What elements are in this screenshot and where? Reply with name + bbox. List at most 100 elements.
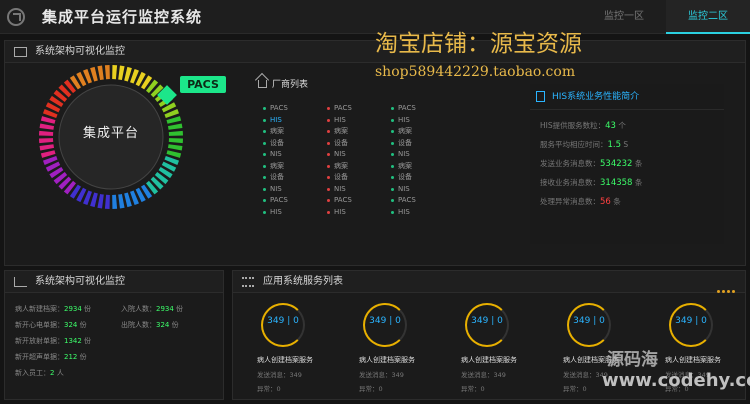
vendor-column: PACS HIS 病案 设备 NIS 病案 设备 NIS PACS HIS [262, 103, 322, 218]
vendor-item[interactable]: 病案 [326, 161, 386, 173]
vendor-item[interactable]: 病案 [262, 161, 322, 173]
vendor-item[interactable]: 设备 [390, 138, 450, 150]
vendor-item[interactable]: PACS [262, 195, 322, 207]
stat-item: 入院人数：2934 份 [121, 305, 184, 313]
list-icon [242, 277, 254, 287]
service-name: 病人创建档案服务 [359, 356, 415, 364]
vendor-item[interactable]: 设备 [262, 138, 322, 150]
vendor-item[interactable]: NIS [326, 184, 386, 196]
vendor-item[interactable]: HIS [390, 207, 450, 219]
vendor-item[interactable]: 病案 [262, 126, 322, 138]
tab-zone-2[interactable]: 监控二区 [666, 0, 750, 34]
platform-ring[interactable]: 集成平台 [36, 62, 186, 212]
vendor-item[interactable]: 病案 [326, 126, 386, 138]
stat-item: 新开放射单据：1342 份 [15, 337, 92, 345]
vendor-item[interactable]: 设备 [326, 172, 386, 184]
home-icon [258, 80, 267, 88]
stats-panel: 系统架构可视化监控 病人新建档案：2934 份 入院人数：2934 份新开心电单据… [4, 270, 224, 400]
stats-panel-title: 系统架构可视化监控 [35, 276, 125, 287]
pacs-tag[interactable]: PACS [180, 76, 226, 93]
vendor-item[interactable]: PACS [326, 103, 386, 115]
performance-value: 1.5 [607, 140, 622, 150]
ring-segment [118, 65, 125, 81]
watermark-shop-url: shop589442229.taobao.com [375, 64, 576, 80]
services-panel-title: 应用系统服务列表 [263, 276, 343, 287]
vendor-item[interactable]: PACS [390, 195, 450, 207]
vendor-item[interactable]: HIS [262, 207, 322, 219]
stat-item: 新开心电单据：324 份 [15, 321, 87, 329]
performance-row: 处理异常消息数：56 条 [530, 192, 724, 211]
service-gauge-value: 349 | 0 [573, 316, 605, 326]
his-performance-title: HIS系统业务性能简介 [552, 92, 640, 102]
watermark-shop-name: 淘宝店铺：源宝资源 [375, 31, 582, 57]
service-gauge-value: 349 | 0 [675, 316, 707, 326]
ring-segment [90, 66, 98, 82]
app-title: 集成平台运行监控系统 [42, 8, 203, 26]
performance-value: 56 [600, 197, 611, 207]
ring-segment [90, 192, 98, 208]
service-name: 病人创建档案服务 [665, 356, 721, 364]
vendor-item[interactable]: HIS [390, 115, 450, 127]
platform-center-label: 集成平台 [82, 126, 139, 141]
tab-zone-1[interactable]: 监控一区 [582, 0, 666, 34]
vendor-item[interactable]: HIS [326, 207, 386, 219]
performance-row: 服务平均相应时间：1.5 S [530, 135, 724, 154]
stat-item: 出院人数：324 份 [121, 321, 179, 329]
performance-label: 处理异常消息数： [540, 197, 600, 206]
compass-icon[interactable] [7, 8, 25, 26]
performance-unit: 条 [632, 159, 643, 168]
vendor-item[interactable]: NIS [326, 149, 386, 161]
ring-segment [104, 65, 110, 80]
ring-segment [97, 193, 104, 209]
vendor-list: 厂商列表 PACS HIS 病案 设备 NIS 病案 设备 NIS PACS HIS PACS HIS… [256, 76, 506, 226]
performance-unit: 个 [615, 121, 626, 130]
service-error-count: 异常：0 [257, 385, 281, 393]
stat-item: 病人新建档案：2934 份 [15, 305, 92, 313]
vendor-item[interactable]: PACS [262, 103, 322, 115]
more-dots-icon[interactable] [715, 280, 735, 302]
vendor-item[interactable]: HIS [262, 115, 322, 127]
ring-segment [166, 150, 182, 158]
vendor-item[interactable]: PACS [390, 103, 450, 115]
vendor-item[interactable]: NIS [390, 149, 450, 161]
service-sent-count: 发送消息：349 [461, 371, 506, 379]
vendor-item[interactable]: 设备 [390, 172, 450, 184]
service-sent-count: 发送消息：349 [359, 371, 404, 379]
ring-segment [40, 150, 56, 158]
vendor-item[interactable]: NIS [262, 184, 322, 196]
his-performance-header[interactable]: HIS系统业务性能简介 [530, 84, 724, 110]
performance-value: 534232 [600, 159, 633, 169]
service-error-count: 异常：0 [359, 385, 383, 393]
trend-chart-icon [14, 277, 27, 287]
vendor-item[interactable]: PACS [326, 195, 386, 207]
vendor-item[interactable]: NIS [262, 149, 322, 161]
stats-row: 病人新建档案：2934 份 入院人数：2934 份 [15, 301, 213, 317]
vendor-item[interactable]: HIS [326, 115, 386, 127]
performance-label: 服务平均相应时间： [540, 140, 608, 149]
vendor-item[interactable]: 病案 [390, 161, 450, 173]
service-sent-count: 发送消息：349 [257, 371, 302, 379]
performance-label: 发送业务消息数： [540, 159, 600, 168]
vendor-list-title: 厂商列表 [272, 80, 309, 90]
service-gauge-value: 349 | 0 [369, 316, 401, 326]
performance-label: 接收业务消息数： [540, 178, 600, 187]
performance-row: HIS提供服务数粒：43 个 [530, 116, 724, 135]
monitor-icon [14, 47, 27, 57]
stats-panel-header: 系统架构可视化监控 [5, 271, 223, 293]
vendor-item[interactable]: 设备 [262, 172, 322, 184]
stat-item: 新开超声单据：212 份 [15, 353, 87, 361]
ring-segment [112, 194, 118, 209]
his-performance-card: HIS系统业务性能简介 HIS提供服务数粒：43 个服务平均相应时间：1.5 S… [530, 84, 724, 244]
ring-segment [124, 192, 132, 208]
vendor-item[interactable]: 设备 [326, 138, 386, 150]
performance-label: HIS提供服务数粒： [540, 121, 606, 130]
ring-segment [97, 65, 104, 81]
watermark-site-name: 源码海 [607, 350, 658, 370]
service-error-count: 异常：0 [563, 385, 587, 393]
ring-segment [104, 194, 110, 209]
performance-unit: 条 [610, 197, 621, 206]
his-performance-rows: HIS提供服务数粒：43 个服务平均相应时间：1.5 S 发送业务消息数：5342… [530, 110, 724, 211]
stats-rows: 病人新建档案：2934 份 入院人数：2934 份新开心电单据：324 份 出院人数… [5, 293, 223, 389]
vendor-item[interactable]: 病案 [390, 126, 450, 138]
vendor-item[interactable]: NIS [390, 184, 450, 196]
